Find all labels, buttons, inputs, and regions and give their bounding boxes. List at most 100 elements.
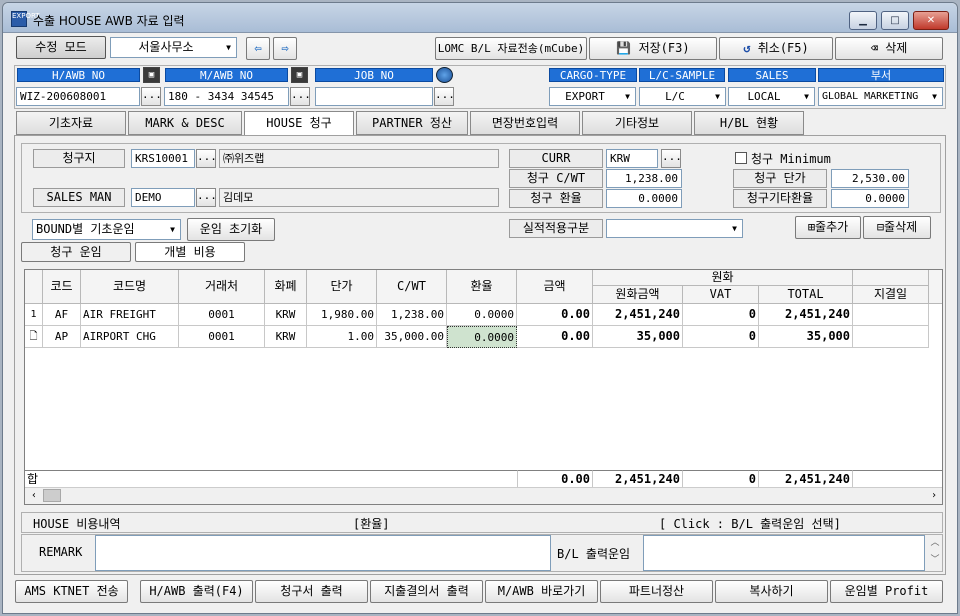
rate-input[interactable]: 0.0000 [606, 189, 682, 208]
ams-ktnet-button[interactable]: AMS KTNET 전송 [15, 580, 128, 603]
col-header-krw-amount[interactable]: 원화금액 [593, 286, 683, 304]
col-header-vat[interactable]: VAT [683, 286, 759, 304]
row-vendor[interactable]: 0001 [179, 326, 265, 348]
row-total[interactable]: 2,451,240 [759, 304, 853, 326]
curr-input[interactable]: KRW [606, 149, 658, 168]
row-krw-amount[interactable]: 2,451,240 [593, 304, 683, 326]
office-dropdown-icon[interactable]: ▼ [221, 37, 237, 58]
bl-freight-input[interactable] [643, 535, 925, 571]
row-amount[interactable]: 0.00 [517, 304, 593, 326]
bound-dropdown-icon[interactable]: ▼ [165, 219, 181, 240]
row-rate-selected[interactable]: 0.0000 [447, 326, 517, 348]
perf-select[interactable] [606, 219, 728, 238]
row-code-name[interactable]: AIRPORT CHG [81, 326, 179, 348]
row-currency[interactable]: KRW [265, 304, 307, 326]
delete-row-button[interactable]: ⊟줄삭제 [863, 216, 931, 239]
mawb-input[interactable]: 180 - 3434 34545 [164, 87, 289, 106]
copy-button[interactable]: 복사하기 [715, 580, 828, 603]
row-pay-date[interactable] [853, 304, 929, 326]
perf-dropdown-icon[interactable]: ▼ [727, 219, 743, 238]
cargo-type-select[interactable]: EXPORT [549, 87, 621, 106]
row-rate[interactable]: 0.0000 [447, 304, 517, 326]
office-select[interactable]: 서울사무소 [110, 37, 222, 58]
mode-button[interactable]: 수정 모드 [16, 36, 106, 59]
prev-arrow-icon[interactable]: ⇦ [246, 37, 270, 60]
lc-sample-select[interactable]: L/C [639, 87, 711, 106]
row-currency[interactable]: KRW [265, 326, 307, 348]
col-header-total[interactable]: TOTAL [759, 286, 853, 304]
mawb-save-icon[interactable]: ▣ [291, 67, 308, 83]
maximize-button[interactable]: □ [881, 11, 909, 30]
col-header-currency[interactable]: 화폐 [265, 270, 307, 304]
reset-freight-button[interactable]: 운임 초기화 [187, 218, 275, 241]
tab-other-info[interactable]: 기타정보 [582, 111, 692, 135]
tab-basic[interactable]: 기초자료 [16, 111, 126, 135]
salesman-code-input[interactable]: DEMO [131, 188, 195, 207]
subtab-billing-freight[interactable]: 청구 운임 [21, 242, 131, 262]
cargo-type-dropdown-icon[interactable]: ▼ [620, 87, 636, 106]
invoice-print-button[interactable]: 청구서 출력 [255, 580, 368, 603]
mawb-shortcut-button[interactable]: M/AWB 바로가기 [485, 580, 598, 603]
scroll-thumb[interactable] [43, 489, 61, 502]
row-cwt[interactable]: 1,238.00 [377, 304, 447, 326]
minimum-checkbox[interactable] [735, 152, 747, 164]
col-header-pay-date[interactable]: 지결일 [853, 286, 929, 304]
scroll-right-icon[interactable]: › [927, 488, 941, 503]
row-vendor[interactable]: 0001 [179, 304, 265, 326]
delete-button[interactable]: ⌫ 삭제 [835, 37, 943, 60]
row-amount[interactable]: 0.00 [517, 326, 593, 348]
other-rate-input[interactable]: 0.0000 [831, 189, 909, 208]
billto-code-input[interactable]: KRS10001 [131, 149, 195, 168]
expense-print-button[interactable]: 지출결의서 출력 [370, 580, 483, 603]
bound-select[interactable]: BOUND별 기초운임 [32, 219, 166, 240]
row-krw-amount[interactable]: 35,000 [593, 326, 683, 348]
row-code[interactable]: AP [43, 326, 81, 348]
job-input[interactable] [315, 87, 433, 106]
remark-scroll-icon[interactable]: ︿ ﹀ [927, 535, 943, 571]
col-header-price[interactable]: 단가 [307, 270, 377, 304]
subtab-individual-cost[interactable]: 개별 비용 [135, 242, 245, 262]
row-cwt[interactable]: 35,000.00 [377, 326, 447, 348]
col-header-code[interactable]: 코드 [43, 270, 81, 304]
job-lookup-button[interactable]: ... [434, 87, 455, 106]
lomc-transfer-button[interactable]: LOMC B/L 자료전송(mCube) [435, 37, 587, 60]
col-header-vendor[interactable]: 거래처 [179, 270, 265, 304]
salesman-lookup-button[interactable]: ... [196, 188, 217, 207]
row-code-name[interactable]: AIR FREIGHT [81, 304, 179, 326]
horizontal-scrollbar[interactable] [25, 487, 942, 504]
hawb-save-icon[interactable]: ▣ [143, 67, 160, 83]
row-price[interactable]: 1,980.00 [307, 304, 377, 326]
billto-lookup-button[interactable]: ... [196, 149, 217, 168]
remark-input[interactable] [95, 535, 551, 571]
minimize-button[interactable]: ▁ [849, 11, 877, 30]
curr-lookup-button[interactable]: ... [661, 149, 682, 168]
tab-house-billing[interactable]: HOUSE 청구 [244, 111, 354, 136]
sales-select[interactable]: LOCAL [728, 87, 800, 106]
row-vat[interactable]: 0 [683, 326, 759, 348]
add-row-button[interactable]: ⊞줄추가 [795, 216, 861, 239]
col-header-amount[interactable]: 금액 [517, 270, 593, 304]
col-header-code-name[interactable]: 코드명 [81, 270, 179, 304]
hawb-print-button[interactable]: H/AWB 출력(F4) [140, 580, 253, 603]
cancel-button[interactable]: ↺ 취소(F5) [719, 37, 833, 60]
tab-hbl-status[interactable]: H/BL 현황 [694, 111, 804, 135]
lc-sample-dropdown-icon[interactable]: ▼ [710, 87, 726, 106]
tab-license-no[interactable]: 면장번호입력 [470, 111, 580, 135]
hawb-lookup-button[interactable]: ... [141, 87, 162, 106]
cwt-input[interactable]: 1,238.00 [606, 169, 682, 188]
tab-partner[interactable]: PARTNER 정산 [356, 111, 468, 135]
dept-dropdown-icon[interactable]: ▼ [927, 87, 943, 106]
partner-settle-button[interactable]: 파트너정산 [600, 580, 713, 603]
mawb-lookup-button[interactable]: ... [290, 87, 311, 106]
row-price[interactable]: 1.00 [307, 326, 377, 348]
close-button[interactable]: ✕ [913, 11, 949, 30]
tab-mark-desc[interactable]: MARK & DESC [128, 111, 242, 135]
scroll-left-icon[interactable]: ‹ [27, 488, 41, 503]
row-vat[interactable]: 0 [683, 304, 759, 326]
col-header-cwt[interactable]: C/WT [377, 270, 447, 304]
globe-icon[interactable] [436, 67, 453, 83]
sales-dropdown-icon[interactable]: ▼ [799, 87, 815, 106]
col-header-rate[interactable]: 환율 [447, 270, 517, 304]
freight-profit-button[interactable]: 운임별 Profit [830, 580, 943, 603]
unit-price-input[interactable]: 2,530.00 [831, 169, 909, 188]
